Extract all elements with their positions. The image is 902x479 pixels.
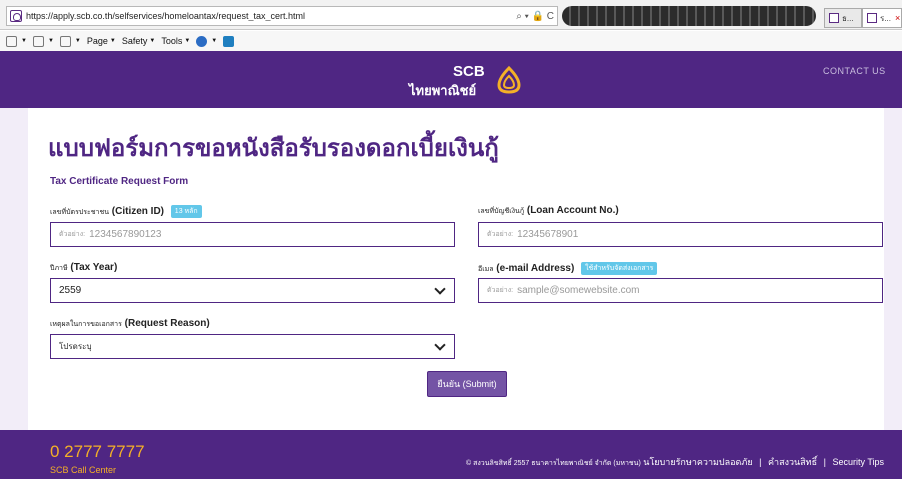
tab-favicon-icon xyxy=(829,13,839,23)
request-reason-label: เหตุผลในการขอเอกสาร (Request Reason) xyxy=(50,318,210,329)
rss-icon xyxy=(6,35,17,47)
mail-button[interactable]: ▼ xyxy=(32,35,54,47)
security-tips-link[interactable]: Security Tips xyxy=(832,457,884,467)
tab-label: ร... xyxy=(880,13,891,23)
scb-favicon-icon xyxy=(10,10,22,22)
request-reason-select[interactable]: โปรดระบุ xyxy=(50,334,455,359)
tab-label: ธ... xyxy=(842,13,854,23)
tab-favicon-icon xyxy=(867,13,877,23)
tools-menu[interactable]: Tools ▼ xyxy=(161,36,190,46)
help-button[interactable]: ▼ xyxy=(196,35,217,47)
email-purpose-badge: ใช้สำหรับจัดส่งเอกสาร xyxy=(581,262,658,275)
command-bar: ▼ ▼ ▼ Page ▼ Safety ▼ Tools ▼ ▼ xyxy=(0,31,902,51)
print-button[interactable]: ▼ xyxy=(59,35,81,47)
site-header: SCB ไทยพาณิชย์ CONTACT US xyxy=(0,51,902,108)
loan-account-label: เลขที่บัญชีเงินกู้ (Loan Account No.) xyxy=(478,205,619,216)
close-icon[interactable]: × xyxy=(895,13,900,23)
address-controls[interactable]: ⌕ ▾ 🔒 C xyxy=(513,11,557,22)
email-input[interactable]: ตัวอย่าง: sample@somewebsite.com xyxy=(478,278,883,303)
footer-links: © สงวนลิขสิทธิ์ 2557 ธนาคารไทยพาณิชย์ จำ… xyxy=(466,457,884,467)
left-gutter xyxy=(0,108,28,430)
page-title: แบบฟอร์มการขอหนังสือรับรองดอกเบี้ยเงินกู… xyxy=(48,134,499,162)
page-menu[interactable]: Page ▼ xyxy=(87,36,116,46)
terms-link[interactable]: คำสงวนสิทธิ์ xyxy=(768,457,817,467)
privacy-link[interactable]: นโยบายรักษาความปลอดภัย xyxy=(643,457,752,467)
browser-tab-1[interactable]: ธ... xyxy=(824,8,862,28)
call-center-label: SCB Call Center xyxy=(50,465,117,475)
call-center-phone[interactable]: 0 2777 7777 xyxy=(50,442,145,462)
form-subtitle: Tax Certificate Request Form xyxy=(50,176,189,187)
site-footer: 0 2777 7777 SCB Call Center © สงวนลิขสิท… xyxy=(0,430,902,479)
tax-year-select[interactable]: 2559 xyxy=(50,278,455,303)
browser-tab-2[interactable]: ร... × xyxy=(862,8,902,28)
right-gutter xyxy=(884,108,902,430)
feeds-button[interactable]: ▼ xyxy=(6,35,27,47)
email-label: อีเมล (e-mail Address) ใช้สำหรับจัดส่งเอ… xyxy=(478,262,658,275)
contact-us-link[interactable]: CONTACT US xyxy=(823,66,886,76)
submit-button[interactable]: ยืนยัน (Submit) xyxy=(427,371,507,397)
url-text[interactable]: https://apply.scb.co.th/selfservices/hom… xyxy=(26,11,513,21)
extension-icon xyxy=(223,35,235,47)
help-icon xyxy=(196,35,208,47)
mail-icon xyxy=(32,35,44,47)
safety-menu[interactable]: Safety ▼ xyxy=(122,36,155,46)
printer-icon xyxy=(59,35,71,47)
citizen-id-label: เลขที่บัตรประชาชน (Citizen ID) 13 หลัก xyxy=(50,205,202,218)
copyright-text: © สงวนลิขสิทธิ์ 2557 ธนาคารไทยพาณิชย์ จำ… xyxy=(466,460,641,467)
chevron-down-icon xyxy=(434,282,446,295)
loan-account-input[interactable]: ตัวอย่าง: 12345678901 xyxy=(478,222,883,247)
scb-logo[interactable]: SCB ไทยพาณิชย์ xyxy=(409,62,524,100)
chevron-down-icon xyxy=(434,338,446,351)
citizen-id-input[interactable]: ตัวอย่าง: 1234567890123 xyxy=(50,222,455,247)
extension-button[interactable] xyxy=(223,35,236,47)
scb-emblem-icon xyxy=(497,65,521,94)
tax-year-label: ปีภาษี (Tax Year) xyxy=(50,262,118,273)
browser-title-bar: https://apply.scb.co.th/selfservices/hom… xyxy=(0,0,902,30)
address-bar[interactable]: https://apply.scb.co.th/selfservices/hom… xyxy=(6,6,558,26)
digits-badge: 13 หลัก xyxy=(170,205,202,218)
redacted-area xyxy=(562,6,816,26)
